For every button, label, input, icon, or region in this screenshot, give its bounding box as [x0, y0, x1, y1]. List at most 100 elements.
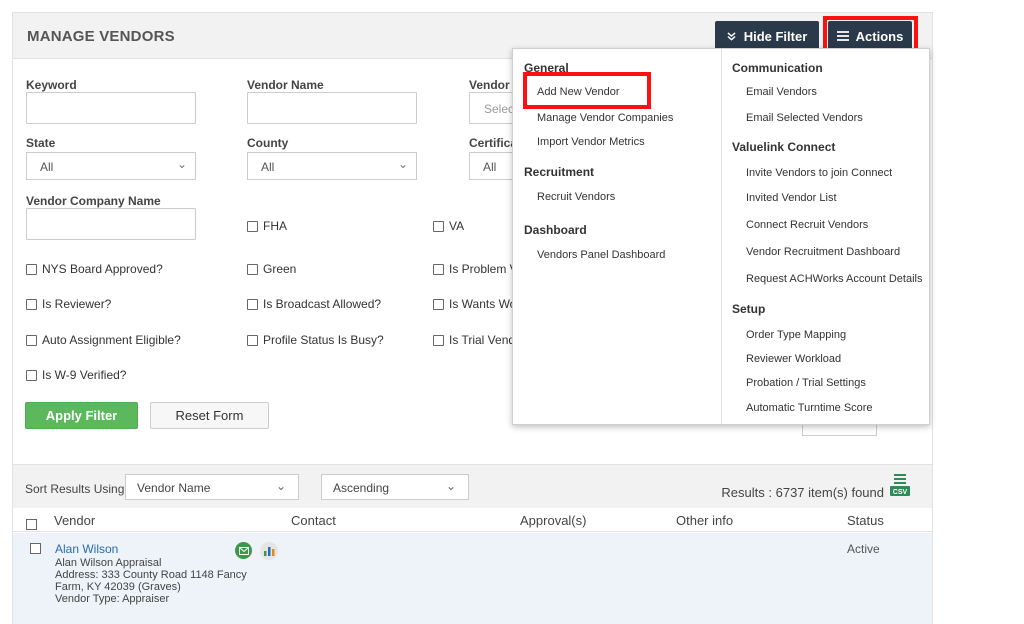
menu-item-email-vendors[interactable]: Email Vendors	[746, 86, 817, 98]
nys-checkbox[interactable]: NYS Board Approved?	[26, 262, 163, 276]
w9-checkbox[interactable]: Is W-9 Verified?	[26, 368, 126, 382]
vendor-address-line1: Address: 333 County Road 1148 Fancy	[55, 569, 247, 581]
keyword-input[interactable]	[26, 92, 196, 124]
checkbox-box[interactable]	[247, 334, 258, 346]
vendor-column-header[interactable]: Vendor	[54, 513, 95, 528]
chevron-down-icon: ⌄	[176, 157, 187, 171]
broadcast-label: Is Broadcast Allowed?	[263, 297, 382, 311]
fha-checkbox[interactable]: FHA	[247, 219, 287, 233]
checkbox-box[interactable]	[433, 220, 444, 232]
menu-item-connect-recruit-vendors[interactable]: Connect Recruit Vendors	[746, 219, 868, 231]
reset-form-button[interactable]: Reset Form	[150, 402, 269, 429]
keyword-label: Keyword	[26, 78, 77, 92]
sort-field-select[interactable]: Vendor Name ⌄	[125, 474, 299, 500]
vendor-type: Vendor Type: Appraiser	[55, 593, 170, 605]
chevron-double-down-icon	[727, 29, 736, 44]
vendor-address-line2: Farm, KY 42039 (Graves)	[55, 581, 181, 593]
vendor-company: Alan Wilson Appraisal	[55, 557, 162, 569]
bar-chart-icon[interactable]	[260, 542, 278, 560]
green-label: Green	[263, 262, 297, 276]
problem-checkbox[interactable]: Is Problem V	[433, 262, 518, 276]
reviewer-checkbox[interactable]: Is Reviewer?	[26, 297, 111, 311]
menu-divider	[721, 49, 722, 424]
email-icon[interactable]	[235, 542, 252, 559]
checkbox-box[interactable]	[26, 334, 37, 346]
menu-item-import-vendor-metrics[interactable]: Import Vendor Metrics	[537, 136, 645, 148]
menu-item-probation-trial-settings[interactable]: Probation / Trial Settings	[746, 377, 866, 389]
svg-text:CSV: CSV	[893, 489, 908, 496]
table-row: Alan Wilson Alan Wilson Appraisal Addres…	[13, 533, 932, 624]
actions-dropdown-menu: General Add New Vendor Manage Vendor Com…	[512, 48, 930, 425]
menu-item-automatic-turntime-score[interactable]: Automatic Turntime Score	[746, 402, 873, 414]
county-select[interactable]: All ⌄	[247, 152, 417, 180]
checkbox-box[interactable]	[247, 263, 258, 275]
county-label: County	[247, 136, 289, 150]
auto-assignment-checkbox[interactable]: Auto Assignment Eligible?	[26, 333, 181, 347]
checkbox-box[interactable]	[247, 220, 258, 232]
state-label: State	[26, 136, 56, 150]
results-count: Results : 6737 item(s) found	[721, 485, 884, 500]
csv-export-icon[interactable]: CSV	[890, 473, 910, 497]
trial-checkbox[interactable]: Is Trial Vend	[433, 333, 515, 347]
menu-item-manage-vendor-companies[interactable]: Manage Vendor Companies	[537, 112, 673, 124]
menu-item-order-type-mapping[interactable]: Order Type Mapping	[746, 329, 846, 341]
menu-heading-setup: Setup	[732, 302, 766, 316]
table-header: Vendor Contact Approval(s) Other info St…	[13, 508, 932, 532]
menu-item-vendor-recruitment-dashboard[interactable]: Vendor Recruitment Dashboard	[746, 246, 900, 258]
page-title: MANAGE VENDORS	[27, 28, 175, 45]
vendor-name-link[interactable]: Alan Wilson	[55, 542, 118, 556]
menu-heading-dashboard: Dashboard	[524, 223, 587, 237]
checkbox-box[interactable]	[26, 369, 37, 381]
vendor-company-name-input[interactable]	[26, 208, 196, 240]
checkbox-box[interactable]	[433, 298, 444, 310]
broadcast-checkbox[interactable]: Is Broadcast Allowed?	[247, 297, 381, 311]
hide-filter-button[interactable]: Hide Filter	[715, 21, 819, 51]
vendor-status: Active	[847, 542, 880, 556]
sort-order-select[interactable]: Ascending ⌄	[321, 474, 469, 500]
vendor-company-name-label: Vendor Company Name	[26, 194, 161, 208]
state-select[interactable]: All ⌄	[26, 152, 196, 180]
apply-filter-button[interactable]: Apply Filter	[25, 402, 138, 429]
approvals-column-header: Approval(s)	[520, 513, 587, 528]
row-checkbox[interactable]	[30, 543, 41, 554]
menu-item-reviewer-workload[interactable]: Reviewer Workload	[746, 353, 841, 365]
menu-item-email-selected-vendors[interactable]: Email Selected Vendors	[746, 112, 863, 124]
sort-label: Sort Results Using:	[25, 482, 128, 496]
sort-field-value: Vendor Name	[137, 481, 211, 495]
contact-column-header: Contact	[291, 513, 336, 528]
other-info-column-header: Other info	[676, 513, 734, 528]
w9-label: Is W-9 Verified?	[42, 368, 127, 382]
checkbox-box[interactable]	[433, 263, 444, 275]
green-checkbox[interactable]: Green	[247, 262, 296, 276]
checkbox-box[interactable]	[433, 334, 444, 346]
busy-label: Profile Status Is Busy?	[263, 333, 384, 347]
busy-checkbox[interactable]: Profile Status Is Busy?	[247, 333, 384, 347]
add-new-vendor-highlight-box	[523, 72, 651, 109]
chevron-down-icon: ⌄	[445, 479, 456, 493]
checkbox-box[interactable]	[247, 298, 258, 310]
certification-label: Certifica	[469, 136, 518, 150]
menu-item-invited-vendor-list[interactable]: Invited Vendor List	[746, 192, 837, 204]
wants-checkbox[interactable]: Is Wants Wo	[433, 297, 516, 311]
checkbox-box[interactable]	[26, 298, 37, 310]
certification-value: All	[483, 160, 497, 174]
menu-item-recruit-vendors[interactable]: Recruit Vendors	[537, 191, 615, 203]
chevron-down-icon: ⌄	[275, 479, 286, 493]
checkbox-box[interactable]	[26, 263, 37, 275]
menu-heading-communication: Communication	[732, 61, 823, 75]
sort-bar: Sort Results Using: Vendor Name ⌄ Ascend…	[13, 464, 932, 508]
menu-item-request-achworks[interactable]: Request ACHWorks Account Details	[746, 273, 922, 285]
nys-label: NYS Board Approved?	[42, 262, 163, 276]
wants-label: Is Wants Wo	[449, 297, 517, 311]
vendor-type-placeholder: Selec	[484, 102, 515, 116]
state-value: All	[40, 160, 54, 174]
va-checkbox[interactable]: VA	[433, 219, 464, 233]
menu-item-invite-vendors[interactable]: Invite Vendors to join Connect	[746, 167, 892, 179]
vendor-name-input[interactable]	[247, 92, 417, 124]
status-column-header: Status	[847, 513, 884, 528]
problem-label: Is Problem V	[449, 262, 518, 276]
menu-item-vendors-panel-dashboard[interactable]: Vendors Panel Dashboard	[537, 249, 665, 261]
county-value: All	[261, 160, 275, 174]
vendor-details: Alan Wilson Appraisal Address: 333 Count…	[55, 557, 285, 605]
sort-order-value: Ascending	[333, 481, 390, 495]
